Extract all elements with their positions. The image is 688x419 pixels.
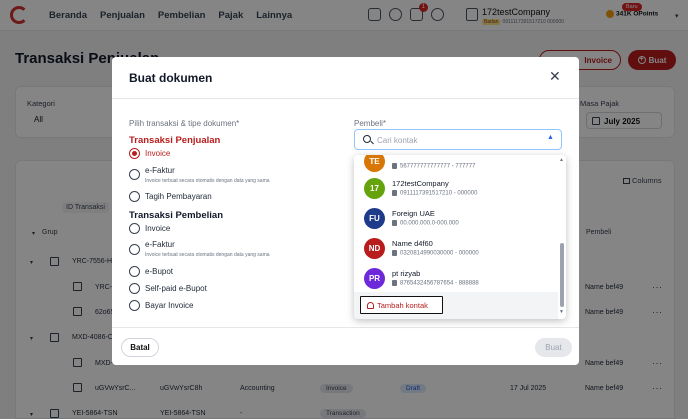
building-icon — [392, 163, 397, 169]
add-contact-label: Tambah kontak — [377, 300, 428, 310]
building-icon — [392, 280, 397, 286]
radio-sales-tagih[interactable] — [129, 191, 140, 202]
contact-name: 172testCompany — [392, 179, 449, 188]
contact-option[interactable]: ND Name d4f60 0320814990030000 - 000000 — [354, 235, 560, 265]
add-user-icon — [367, 301, 374, 309]
radio-purchase-selfpaid-label[interactable]: Self-paid e-Bupot — [145, 284, 207, 293]
contact-npwp: 8765432456787654 - 888888 — [392, 280, 479, 287]
add-contact-button[interactable]: Tambah kontak — [360, 296, 443, 314]
radio-sales-efaktur-desc: Invoice terbuat secara otomatis dengan d… — [145, 178, 270, 184]
sales-group-title: Transaksi Penjualan — [129, 135, 221, 146]
document-type-label: Pilih transaksi & tipe dokumen* — [129, 119, 240, 128]
radio-purchase-invoice-label[interactable]: Invoice — [145, 224, 170, 233]
avatar: TE — [364, 155, 385, 172]
scroll-down-icon[interactable]: ▼ — [559, 309, 564, 315]
contact-option[interactable]: PR pt rizyab 8765432456787654 - 888888 — [354, 265, 560, 295]
radio-purchase-bayar-label[interactable]: Bayar Invoice — [145, 301, 193, 310]
radio-purchase-ebupot-label[interactable]: e-Bupot — [145, 267, 173, 276]
modal-footer-divider — [112, 327, 579, 328]
contact-npwp: 0911117391517210 - 000000 — [392, 190, 477, 197]
contact-option[interactable]: 17 172testCompany 0911117391517210 - 000… — [354, 175, 560, 205]
cancel-button[interactable]: Batal — [121, 338, 159, 357]
buyer-label: Pembeli* — [354, 119, 387, 128]
contact-npwp-value: 8765432456787654 - 888888 — [400, 280, 479, 287]
contact-npwp: 00.000.000.0-000.000 — [392, 220, 459, 227]
close-icon[interactable]: ✕ — [549, 68, 561, 85]
buyer-search-combobox[interactable]: Cari kontak ▲ — [354, 129, 562, 150]
avatar: PR — [364, 268, 385, 289]
contact-dropdown: TE 567777777777777 - 777777 17 172testCo… — [354, 155, 566, 319]
avatar: FU — [364, 208, 385, 229]
submit-button[interactable]: Buat — [535, 338, 572, 357]
chevron-up-icon[interactable]: ▲ — [547, 134, 554, 141]
radio-sales-efaktur-label[interactable]: e-Faktur — [145, 166, 175, 175]
radio-purchase-invoice[interactable] — [129, 223, 140, 234]
radio-sales-invoice-label[interactable]: Invoice — [145, 149, 170, 158]
avatar: 17 — [364, 178, 385, 199]
contact-npwp-value: 0911117391517210 - 000000 — [400, 190, 478, 197]
scroll-up-icon[interactable]: ▲ — [559, 157, 564, 163]
search-icon — [363, 135, 371, 143]
radio-purchase-ebupot[interactable] — [129, 266, 140, 277]
contact-npwp: 0320814990030000 - 000000 — [392, 250, 479, 257]
radio-sales-tagih-label[interactable]: Tagih Pembayaran — [145, 192, 212, 201]
building-icon — [392, 190, 397, 196]
contact-name: Name d4f60 — [392, 239, 433, 248]
buyer-search-placeholder: Cari kontak — [377, 136, 418, 145]
contact-npwp-value: 0320814990030000 - 000000 — [400, 250, 479, 257]
contact-npwp-value: 567777777777777 - 777777 — [400, 163, 476, 170]
contact-option[interactable]: FU Foreign UAE 00.000.000.0-000.000 — [354, 205, 560, 235]
radio-purchase-selfpaid[interactable] — [129, 283, 140, 294]
scrollbar-thumb[interactable] — [560, 243, 564, 307]
radio-purchase-bayar[interactable] — [129, 300, 140, 311]
contact-name: Foreign UAE — [392, 209, 435, 218]
radio-sales-invoice[interactable] — [129, 148, 140, 159]
modal-header: Buat dokumen ✕ — [112, 57, 579, 99]
contact-name: pt rizyab — [392, 269, 421, 278]
contact-npwp-value: 00.000.000.0-000.000 — [400, 220, 459, 227]
building-icon — [392, 250, 397, 256]
radio-purchase-efaktur[interactable] — [129, 244, 140, 255]
radio-sales-efaktur[interactable] — [129, 169, 140, 180]
add-contact-row: Tambah kontak — [354, 292, 558, 319]
building-icon — [392, 220, 397, 226]
purchase-group-title: Transaksi Pembelian — [129, 210, 223, 221]
radio-purchase-efaktur-desc: Invoice terbuat secara otomatis dengan d… — [145, 252, 270, 258]
modal-title: Buat dokumen — [129, 71, 213, 85]
radio-purchase-efaktur-label[interactable]: e-Faktur — [145, 240, 175, 249]
avatar: ND — [364, 238, 385, 259]
contact-npwp: 567777777777777 - 777777 — [392, 163, 475, 170]
